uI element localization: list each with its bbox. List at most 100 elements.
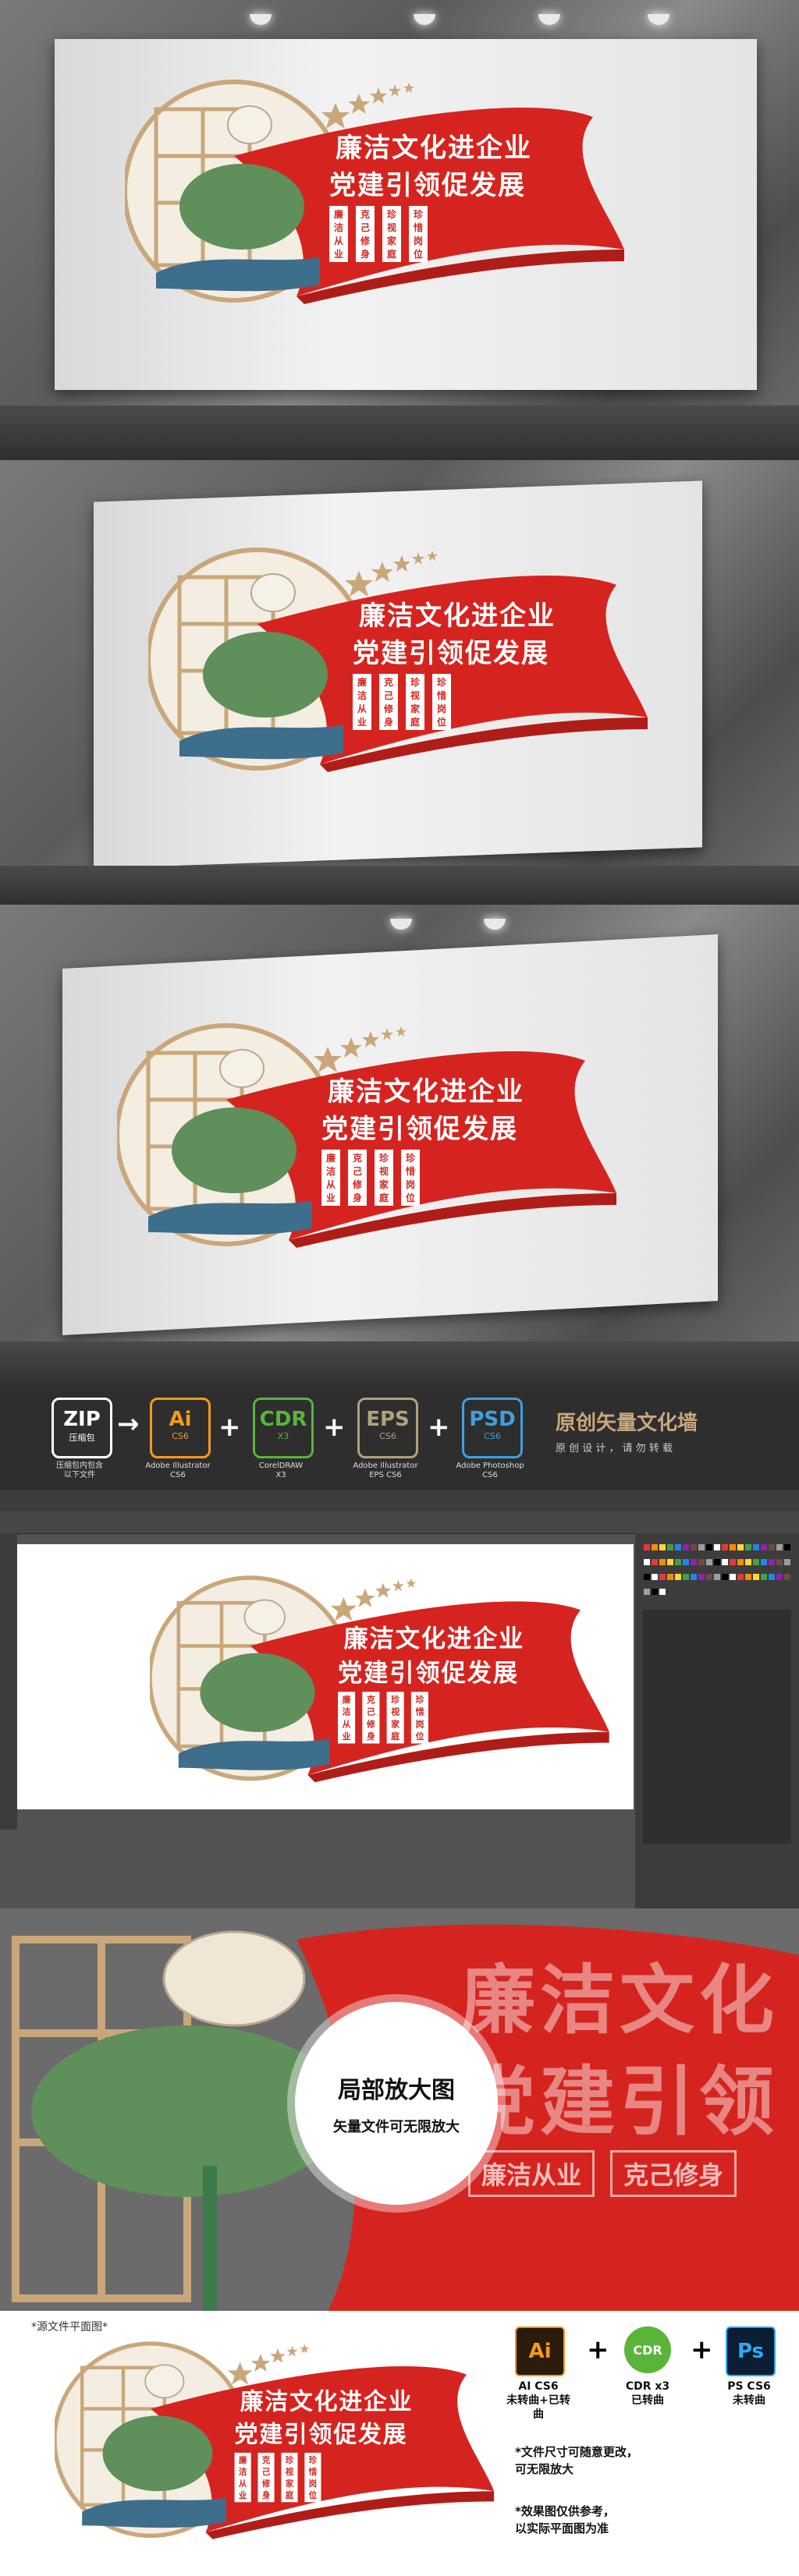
cdr-caption: CorelDRAW X3 (258, 1462, 304, 1479)
strip-title: 原创矢量文化墙 (556, 1412, 698, 1435)
eps-sub: CS6 (379, 1431, 396, 1441)
tag-row: 廉洁从业 克己修身 珍视家庭 珍惜岗位 (338, 1692, 429, 1744)
lotus-leaf (200, 1653, 315, 1732)
lotus-leaf (179, 164, 304, 250)
tag-item: 克己修身 (257, 2452, 275, 2503)
lotus-flower (162, 1930, 306, 2027)
eps-caption: Adobe Illustrator EPS CS6 (353, 1462, 418, 1479)
tag-item: 珍视家庭 (281, 2452, 298, 2503)
title-line1: 廉洁文化进企业 (336, 133, 532, 164)
tag-item: 珍视家庭 (382, 206, 402, 262)
ai-caption: AI CS6 未转曲+已转曲 (506, 2380, 570, 2421)
source-section: *源文件平面图* 廉洁文化进企业 党建引领促发展 廉洁从业 克己修身 珍视家庭 … (0, 2311, 799, 2576)
eps-badge: EPS CS6 (357, 1398, 418, 1458)
menu-bar[interactable] (0, 1491, 799, 1511)
tag-item: 珍视家庭 (386, 1692, 404, 1744)
zoom-subtitle: 矢量文件可无限放大 (333, 2119, 460, 2135)
title-line1: 廉洁文化进企业 (359, 601, 556, 632)
zoom-tag: 克己修身 (610, 2150, 737, 2197)
arrow-icon: → (117, 1408, 140, 1440)
plus-icon: + (428, 1412, 450, 1443)
ai-badge: Ai CS6 (150, 1398, 211, 1458)
tag-row: 廉洁从业 克己修身 珍视家庭 珍惜岗位 (353, 674, 452, 730)
tag-item: 珍惜岗位 (432, 674, 452, 730)
tag-item: 珍惜岗位 (410, 1692, 429, 1744)
lotus-flower (144, 2364, 185, 2399)
lotus-leaf (172, 1107, 297, 1193)
spotlight (538, 14, 560, 25)
ai-label: Ai (169, 1408, 192, 1431)
title-line1: 廉洁文化进企业 (328, 1076, 524, 1107)
tag-item: 克己修身 (362, 1692, 380, 1744)
note-reference: *效果图仅供参考， 以实际平面图为准 (515, 2504, 615, 2535)
tag-item: 珍视家庭 (406, 674, 425, 730)
format-strip: ZIP 压缩包 压缩包内包含 以下文件 → Ai CS6 Adobe Illus… (0, 1388, 799, 1490)
zip-sub: 压缩包 (69, 1433, 95, 1443)
illustrator-window: 廉洁文化进企业 党建引领促发展 廉洁从业 克己修身 珍视家庭 珍惜岗位 (0, 1491, 799, 1908)
psd-badge: PSD CS6 (462, 1398, 523, 1458)
zoom-tag: 廉洁从业 (468, 2150, 595, 2197)
spotlight (484, 919, 506, 930)
layers-panel[interactable] (635, 1533, 799, 1908)
lotus-flower (243, 1599, 286, 1635)
ps-icon-label: Ps (737, 2340, 765, 2363)
tag-row: 廉洁从业 克己修身 珍视家庭 珍惜岗位 (329, 206, 428, 262)
cdr-icon-label: CDR (633, 2342, 662, 2358)
tag-item: 克己修身 (379, 674, 399, 730)
tag-item: 珍惜岗位 (304, 2452, 321, 2503)
tag-item: 珍视家庭 (375, 1150, 394, 1206)
lotus-stem (203, 2166, 217, 2311)
ps-icon: Ps (726, 2326, 776, 2376)
tag-item: 克己修身 (348, 1150, 368, 1206)
cdr-badge: CDR X3 (253, 1398, 314, 1458)
strip-subtitle: 原 创 设 计 ， 请 勿 转 载 (556, 1443, 673, 1455)
title-line1: 廉洁文化进企业 (343, 1624, 525, 1653)
zip-label: ZIP (63, 1408, 101, 1431)
floor (0, 1341, 799, 1388)
mockup-scene-3: 廉洁文化进企业 党建引领促发展 廉洁从业 克己修身 珍视家庭 珍惜岗位 (0, 905, 799, 1388)
tag-item: 珍惜岗位 (409, 206, 428, 262)
ai-caption: Adobe Illustrator CS6 (145, 1462, 211, 1479)
cdr-icon: CDR (624, 2326, 671, 2373)
tag-row: 廉洁从业 克己修身 珍视家庭 珍惜岗位 (234, 2452, 321, 2503)
mockup-scene-2: 廉洁文化进企业 党建引领促发展 廉洁从业 克己修身 珍视家庭 珍惜岗位 (0, 460, 799, 905)
note-size: *文件尺寸可随意更改， 可无限放大 (515, 2445, 638, 2476)
control-bar[interactable] (0, 1511, 799, 1534)
swatches[interactable] (635, 1533, 799, 1605)
tag-item: 珍惜岗位 (401, 1150, 421, 1206)
plus-icon: + (691, 2334, 713, 2365)
cdr-sub: X3 (277, 1431, 289, 1441)
layers-list[interactable] (643, 1610, 791, 1844)
title-line2: 党建引领促发展 (321, 1114, 518, 1145)
tools-panel[interactable] (0, 1533, 17, 1830)
lotus-leaf (203, 632, 328, 718)
eps-label: EPS (366, 1408, 410, 1431)
zoom-bubble: 局部放大图 矢量文件可无限放大 (295, 2002, 498, 2205)
ai-icon: Ai (515, 2326, 565, 2376)
tag-item: 克己修身 (356, 206, 375, 262)
tag-item: 廉洁从业 (321, 1150, 341, 1206)
lotus-flower (227, 105, 272, 144)
mockup-scene-1: 廉洁文化进企业 党建引领促发展 廉洁从业 克己修身 珍视家庭 珍惜岗位 (0, 0, 799, 460)
spotlight (648, 14, 669, 25)
zoom-detail: 廉洁文化 党建引领 廉洁从业 克己修身 局部放大图 矢量文件可无限放大 (0, 1908, 799, 2311)
cdr-label: CDR (259, 1408, 307, 1431)
ai-icon-label: Ai (528, 2340, 552, 2363)
zoom-bg-line1: 廉洁文化 (460, 1957, 779, 2044)
lotus-flower (219, 1049, 265, 1088)
spotlight (414, 14, 435, 25)
artboard[interactable]: 廉洁文化进企业 党建引领促发展 廉洁从业 克己修身 珍视家庭 珍惜岗位 (17, 1544, 634, 1809)
floor (0, 866, 799, 905)
tag-item: 廉洁从业 (338, 1692, 356, 1744)
cdr-caption: CDR x3 已转曲 (625, 2380, 670, 2407)
zip-badge: ZIP 压缩包 (51, 1398, 112, 1458)
psd-label: PSD (469, 1408, 516, 1431)
zoom-tags: 廉洁从业 克己修身 (468, 2150, 737, 2197)
plus-icon: + (323, 1412, 346, 1443)
title-line2: 党建引领促发展 (353, 638, 549, 669)
tag-row: 廉洁从业 克己修身 珍视家庭 珍惜岗位 (321, 1150, 421, 1206)
tag-item: 廉洁从业 (329, 206, 349, 262)
tag-item: 廉洁从业 (234, 2452, 251, 2503)
plus-icon: + (218, 1412, 241, 1443)
plus-icon: + (587, 2334, 609, 2365)
